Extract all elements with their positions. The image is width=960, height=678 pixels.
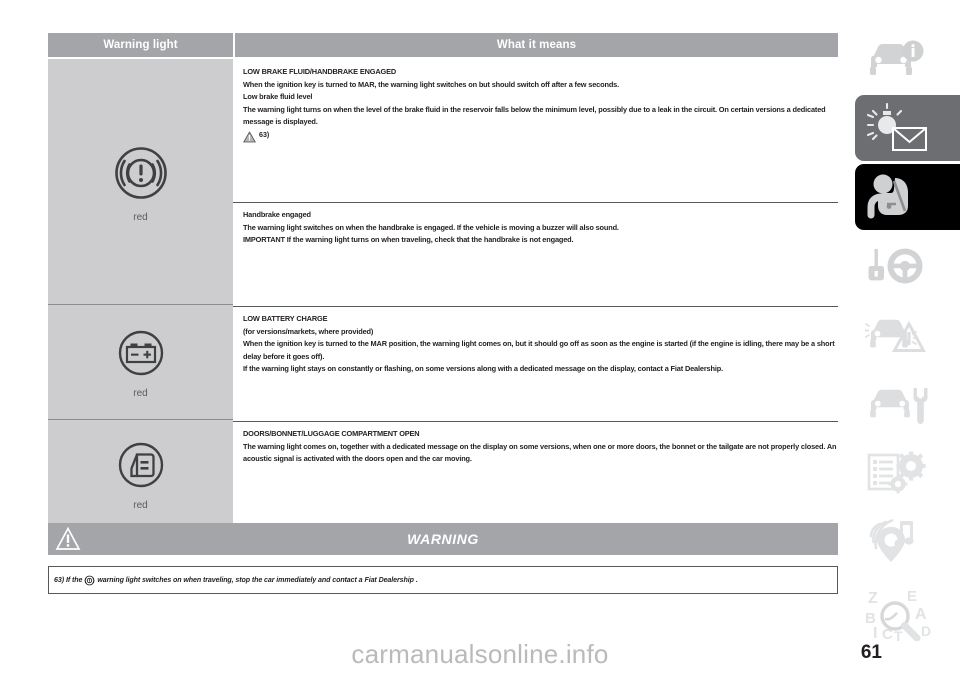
site-watermark: carmanualsonline.info bbox=[351, 639, 609, 669]
warning-lights-table: Warning light What it means red red red … bbox=[48, 33, 838, 531]
svg-text:A: A bbox=[915, 606, 927, 623]
description-column: LOW BRAKE FLUID/HANDBRAKE ENGAGED When t… bbox=[233, 59, 838, 531]
warning-triangle-icon bbox=[243, 131, 256, 143]
warning-banner: WARNING bbox=[48, 523, 838, 555]
row-divider bbox=[233, 306, 838, 307]
key-steering-wheel-icon bbox=[868, 248, 923, 284]
sidebar-item-technical-specifications[interactable] bbox=[855, 440, 960, 506]
list-gears-icon bbox=[867, 451, 926, 494]
icon-color-label: red bbox=[133, 500, 148, 511]
desc-paragraph: When the ignition key is turned to MAR, … bbox=[243, 80, 620, 89]
brake-warning-light-icon bbox=[84, 575, 95, 585]
warning-banner-icon-wrap bbox=[48, 523, 88, 555]
table-row-icon-battery: red bbox=[48, 304, 233, 419]
index-magnifier-icon: Z E B A I C T D bbox=[865, 588, 931, 641]
row-divider bbox=[233, 421, 838, 422]
car-hazard-triangle-icon bbox=[865, 319, 927, 352]
sidebar-item-safety[interactable] bbox=[855, 164, 960, 230]
svg-text:E: E bbox=[907, 588, 917, 605]
warning-note-line: 63) If the warning light switches on whe… bbox=[54, 575, 418, 586]
svg-text:D: D bbox=[921, 623, 931, 639]
note-suffix: . bbox=[415, 576, 418, 584]
sidebar-item-car-info[interactable] bbox=[855, 26, 960, 92]
table-row-icon-brake: red bbox=[48, 59, 233, 304]
car-wrench-icon bbox=[870, 388, 928, 424]
column-header-what-it-means: What it means bbox=[235, 33, 838, 57]
desc-paragraph: When the ignition key is turned to the M… bbox=[243, 340, 835, 361]
desc-subheading: Low brake fluid level bbox=[243, 93, 313, 102]
warning-banner-label: WARNING bbox=[407, 531, 479, 547]
desc-paragraph: The warning light turns on when the leve… bbox=[243, 105, 826, 127]
column-header-warning-light: Warning light bbox=[48, 33, 233, 57]
desc-heading: Handbrake engaged bbox=[243, 211, 311, 219]
table-body: red red red LOW BRAKE FLUID/HANDBRAKE EN… bbox=[48, 59, 838, 531]
sidebar-item-lights-and-messages[interactable] bbox=[855, 95, 960, 161]
svg-text:Z: Z bbox=[868, 590, 878, 607]
brake-warning-light-icon bbox=[114, 146, 167, 199]
sidebar-item-multimedia[interactable] bbox=[855, 509, 960, 575]
icon-color-label: red bbox=[133, 387, 148, 399]
bulb-envelope-icon bbox=[866, 103, 927, 151]
radio-music-icon bbox=[869, 519, 914, 562]
desc-doors-open: DOORS/BONNET/LUGGAGE COMPARTMENT OPEN Th… bbox=[233, 421, 838, 531]
row-divider bbox=[48, 304, 233, 305]
desc-heading: DOORS/BONNET/LUGGAGE COMPARTMENT OPEN bbox=[243, 430, 420, 438]
warning-triangle-icon bbox=[55, 526, 81, 550]
note-text-before: If the bbox=[65, 576, 83, 584]
reference-number: 63) bbox=[259, 130, 270, 139]
desc-handbrake-engaged: Handbrake engaged The warning light swit… bbox=[233, 202, 838, 306]
desc-paragraph: The warning light comes on, together wit… bbox=[243, 442, 837, 464]
table-header-row: Warning light What it means bbox=[48, 33, 838, 57]
row-divider bbox=[233, 202, 838, 203]
battery-charge-icon bbox=[118, 330, 163, 375]
seatbelt-passenger-icon bbox=[867, 174, 908, 219]
warning-note-box: 63) If the warning light switches on whe… bbox=[48, 566, 838, 594]
warning-reference: 63) bbox=[243, 129, 828, 143]
sidebar-item-maintenance-and-care[interactable] bbox=[855, 371, 960, 437]
door-open-icon bbox=[118, 442, 163, 488]
chapter-sidebar: Z E B A I C T D bbox=[855, 26, 960, 653]
desc-heading: LOW BRAKE FLUID/HANDBRAKE ENGAGED bbox=[243, 68, 397, 76]
desc-important: IMPORTANT If the warning light turns on … bbox=[243, 236, 574, 245]
desc-subnote: (for versions/markets, where provided) bbox=[243, 327, 374, 336]
icon-color-label: red bbox=[133, 211, 148, 223]
desc-heading: LOW BATTERY CHARGE bbox=[243, 315, 328, 323]
note-reference-number: 63) bbox=[54, 576, 64, 584]
desc-low-battery-charge: LOW BATTERY CHARGE (for versions/markets… bbox=[233, 306, 838, 421]
note-text-after: warning light switches on when traveling… bbox=[97, 576, 363, 584]
table-row-icon-door: red bbox=[48, 419, 233, 529]
car-info-icon bbox=[870, 40, 924, 75]
manual-page: Warning light What it means red red red … bbox=[0, 0, 960, 678]
sidebar-item-starting-and-driving[interactable] bbox=[855, 233, 960, 299]
row-divider bbox=[48, 419, 233, 420]
desc-paragraph: The warning light switches on when the h… bbox=[243, 223, 619, 232]
desc-paragraph: If the warning light stays on constantly… bbox=[243, 365, 724, 374]
desc-low-brake-fluid: LOW BRAKE FLUID/HANDBRAKE ENGAGED When t… bbox=[233, 59, 838, 202]
icon-column: red red red bbox=[48, 59, 233, 531]
note-emphasis: Fiat Dealership bbox=[364, 576, 414, 584]
sidebar-item-in-emergency[interactable] bbox=[855, 302, 960, 368]
